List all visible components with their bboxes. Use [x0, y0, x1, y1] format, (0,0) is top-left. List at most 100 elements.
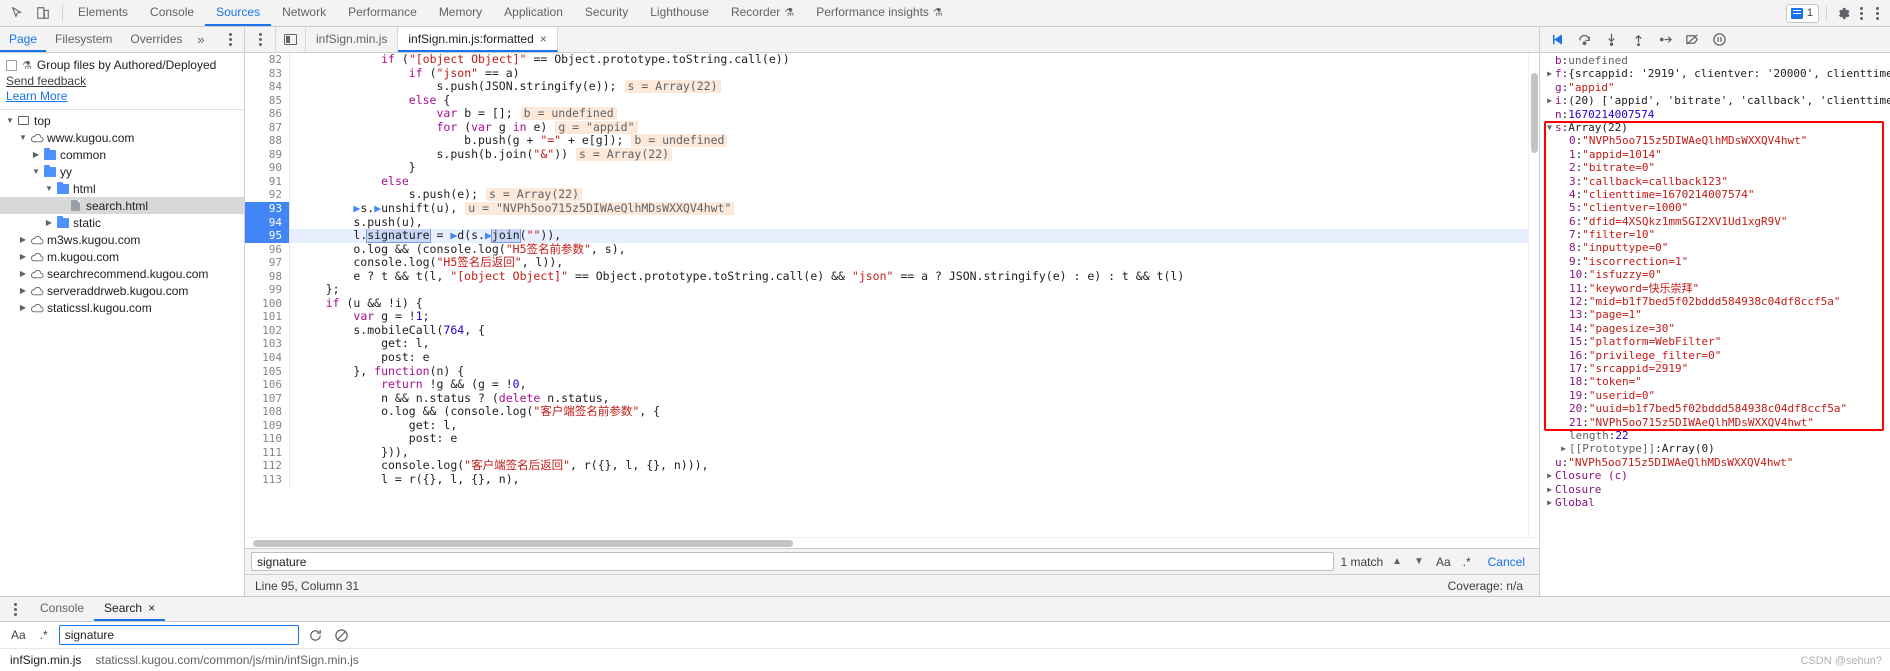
line-number[interactable]: 97	[245, 256, 290, 270]
send-feedback-link[interactable]: Send feedback	[6, 74, 244, 89]
chevron-down-icon[interactable]: ▼	[1544, 121, 1555, 134]
editor-tab-infsign-formatted[interactable]: infSign.min.js:formatted ×	[398, 27, 558, 52]
line-number[interactable]: 89	[245, 147, 290, 162]
step-over-icon[interactable]	[1577, 32, 1592, 47]
line-number[interactable]: 91	[245, 174, 290, 189]
code-line[interactable]: 98 e ? t && t(l, "[object Object]" == Ob…	[245, 269, 1528, 284]
scope-variable-row[interactable]: 20: "uuid=b1f7bed5f02bddd584938c04df8ccf…	[1540, 402, 1890, 415]
code-line[interactable]: 103 get: l,	[245, 337, 1528, 352]
line-number[interactable]: 87	[245, 120, 290, 135]
editor-vertical-scrollbar[interactable]	[1528, 53, 1539, 537]
code-line[interactable]: 94 s.push(u),	[245, 215, 1528, 230]
resume-script-icon[interactable]	[1550, 32, 1565, 47]
line-number[interactable]: 98	[245, 269, 290, 284]
code-line[interactable]: 110 post: e	[245, 432, 1528, 446]
code-line[interactable]: 111 })),	[245, 445, 1528, 460]
chevron-down-icon[interactable]: ▼	[43, 184, 55, 193]
file-tree-item[interactable]: ▼ yy	[0, 163, 244, 180]
line-number[interactable]: 103	[245, 337, 290, 352]
scope-variable-row[interactable]: 21: "NVPh5oo715z5DIWAeQlhMDsWXXQV4hwt"	[1540, 416, 1890, 429]
line-number[interactable]: 94	[245, 215, 290, 230]
scope-variable-row[interactable]: 6: "dfid=4XSQkz1mmSGI2XV1Ud1xgR9V"	[1540, 215, 1890, 228]
search-input[interactable]	[251, 552, 1335, 571]
line-number[interactable]: 104	[245, 351, 290, 365]
file-tree-item[interactable]: ▶ common	[0, 146, 244, 163]
tab-performance-insights[interactable]: Performance insights ⚗	[805, 0, 954, 26]
step-icon[interactable]	[1658, 32, 1673, 47]
scope-variable-row[interactable]: 11: "keyword=快乐崇拜"	[1540, 282, 1890, 295]
line-number[interactable]: 84	[245, 80, 290, 94]
tab-security[interactable]: Security	[574, 0, 639, 26]
tab-console[interactable]: Console	[139, 0, 205, 26]
line-number[interactable]: 95	[245, 229, 290, 243]
tab-memory[interactable]: Memory	[428, 0, 493, 26]
line-number[interactable]: 110	[245, 432, 290, 446]
file-tree-item[interactable]: ▶ staticssl.kugou.com	[0, 299, 244, 316]
code-line[interactable]: 86 var b = []; b = undefined	[245, 107, 1528, 121]
line-number[interactable]: 85	[245, 93, 290, 108]
line-number[interactable]: 102	[245, 323, 290, 338]
scope-variable-row[interactable]: 1: "appid=1014"	[1540, 148, 1890, 161]
code-line[interactable]: 97 console.log("H5签名后返回", l)),	[245, 256, 1528, 270]
line-number[interactable]: 99	[245, 283, 290, 297]
search-next-icon[interactable]: ▼	[1411, 556, 1427, 567]
line-number[interactable]: 105	[245, 364, 290, 379]
line-number[interactable]: 111	[245, 445, 290, 460]
scrollbar-thumb[interactable]	[1531, 73, 1538, 153]
scope-variable-row[interactable]: 10: "isfuzzy=0"	[1540, 268, 1890, 281]
refresh-icon[interactable]	[307, 626, 325, 644]
line-number[interactable]: 112	[245, 459, 290, 473]
inspect-element-icon[interactable]	[8, 4, 26, 22]
match-case-toggle[interactable]: Aa	[8, 628, 29, 642]
tab-sources[interactable]: Sources	[205, 0, 272, 26]
scope-variable-row[interactable]: 3: "callback=callback123"	[1540, 175, 1890, 188]
pause-on-exceptions-icon[interactable]	[1712, 32, 1727, 47]
line-number[interactable]: 113	[245, 472, 290, 487]
line-number[interactable]: 86	[245, 107, 290, 121]
scope-variable-row[interactable]: ▼ s: Array(22)	[1540, 121, 1890, 134]
line-number[interactable]: 82	[245, 53, 290, 67]
step-into-icon[interactable]	[1604, 32, 1619, 47]
file-tree-item[interactable]: ▶ searchrecommend.kugou.com	[0, 265, 244, 282]
file-tree-item[interactable]: ▶ m3ws.kugou.com	[0, 231, 244, 248]
step-out-icon[interactable]	[1631, 32, 1646, 47]
drawer-tab-console[interactable]: Console	[30, 597, 94, 621]
learn-more-link[interactable]: Learn More	[6, 89, 244, 104]
match-case-toggle[interactable]: Aa	[1433, 555, 1454, 569]
chevron-down-icon[interactable]: ▼	[4, 116, 16, 125]
code-line[interactable]: 84 s.push(JSON.stringify(e)); s = Array(2…	[245, 80, 1528, 94]
cancel-button[interactable]: Cancel	[1480, 555, 1533, 569]
scope-variable-row[interactable]: 9: "iscorrection=1"	[1540, 255, 1890, 268]
code-line[interactable]: 100 if (u && !i) {	[245, 296, 1528, 311]
scope-variable-row[interactable]: 16: "privilege_filter=0"	[1540, 349, 1890, 362]
code-line[interactable]: 113 l = r({}, l, {}, n),	[245, 472, 1528, 487]
gear-icon[interactable]	[1834, 4, 1852, 22]
code-line[interactable]: 90 }	[245, 161, 1528, 175]
chevron-right-icon[interactable]: ▶	[1544, 483, 1555, 496]
nav-tabs-more-icon[interactable]: »	[191, 27, 210, 52]
scope-variable-row[interactable]: ▶ f: {srcappid: '2919', clientver: '20000…	[1540, 67, 1890, 80]
scope-variable-row[interactable]: 14: "pagesize=30"	[1540, 322, 1890, 335]
line-number[interactable]: 93	[245, 202, 290, 216]
scope-variable-row[interactable]: 2: "bitrate=0"	[1540, 161, 1890, 174]
scope-variable-row[interactable]: 12: "mid=b1f7bed5f02bddd584938c04df8ccf5…	[1540, 295, 1890, 308]
chevron-right-icon[interactable]: ▶	[17, 235, 29, 244]
line-number[interactable]: 90	[245, 161, 290, 175]
nav-tab-page[interactable]: Page	[0, 27, 47, 52]
close-devtools-icon[interactable]	[1870, 6, 1884, 20]
chevron-right-icon[interactable]: ▶	[17, 269, 29, 278]
chevron-right-icon[interactable]: ▶	[17, 303, 29, 312]
scope-variable-row[interactable]: g: "appid"	[1540, 81, 1890, 94]
scope-variable-row[interactable]: 4: "clienttime=1670214007574"	[1540, 188, 1890, 201]
chevron-right-icon[interactable]: ▶	[17, 252, 29, 261]
more-options-icon[interactable]	[1854, 6, 1868, 20]
code-line[interactable]: 106 return !g && (g = !0,	[245, 378, 1528, 392]
code-line[interactable]: 99 };	[245, 283, 1528, 297]
line-number[interactable]: 96	[245, 242, 290, 257]
show-navigator-icon[interactable]	[276, 27, 306, 52]
line-number[interactable]: 83	[245, 66, 290, 81]
tab-lighthouse[interactable]: Lighthouse	[639, 0, 720, 26]
scope-variable-row[interactable]: ▶ Closure (c)	[1540, 469, 1890, 482]
close-icon[interactable]: ×	[540, 32, 547, 46]
code-line[interactable]: 89 s.push(b.join("&")) s = Array(22)	[245, 147, 1528, 162]
